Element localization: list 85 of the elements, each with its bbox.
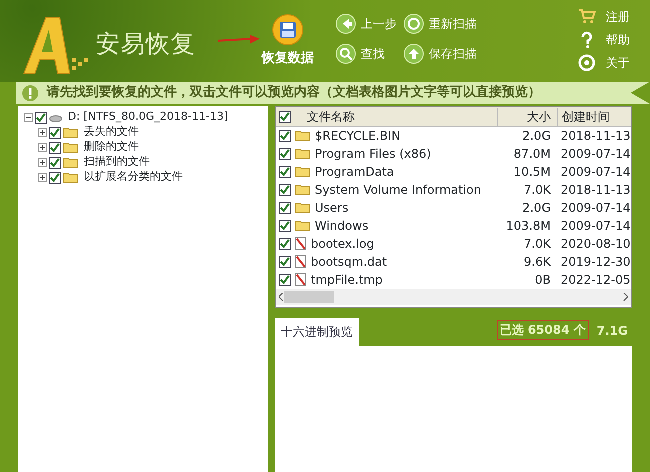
file-size: 2.0G	[522, 129, 551, 143]
folder-icon	[63, 156, 79, 168]
column-header[interactable]: 文件名称	[307, 108, 355, 126]
expand-toggle[interactable]	[38, 173, 47, 182]
file-name[interactable]: System Volume Information	[315, 181, 482, 199]
row-checkbox[interactable]	[279, 274, 291, 286]
expand-toggle[interactable]	[38, 143, 47, 152]
folder-icon	[295, 130, 311, 142]
folder-icon	[63, 142, 79, 154]
file-size: 103.8M	[506, 219, 551, 233]
row-checkbox[interactable]	[279, 166, 291, 178]
row-checkbox[interactable]	[279, 148, 291, 160]
tree-item[interactable]: 以扩展名分类的文件	[84, 169, 183, 186]
file-size: 7.0K	[524, 237, 551, 251]
exclamation-icon	[22, 84, 39, 102]
file-size: 10.5M	[514, 165, 551, 179]
file-size: 87.0M	[514, 147, 551, 161]
folder-icon	[295, 148, 311, 160]
file-icon	[295, 237, 307, 251]
file-size: 0B	[535, 273, 551, 287]
selected-size: 7.1G	[596, 323, 628, 340]
horizontal-scrollbar[interactable]	[276, 289, 631, 305]
recover-data-button[interactable]: 恢复数据	[262, 14, 314, 68]
folder-icon	[295, 202, 311, 214]
tree-checkbox[interactable]	[49, 172, 61, 184]
tree-checkbox[interactable]	[35, 112, 47, 124]
folder-icon	[295, 220, 311, 232]
column-header[interactable]: 创建时间	[562, 110, 610, 124]
folder-icon	[295, 184, 311, 196]
file-name[interactable]: $RECYCLE.BIN	[315, 127, 401, 145]
search-icon	[336, 44, 356, 64]
column-header[interactable]: 大小	[527, 110, 551, 124]
file-date: 2018-11-13	[561, 183, 631, 197]
file-icon	[295, 255, 307, 269]
tree-item[interactable]: D: [NTFS_80.0G_2018-11-13]	[68, 109, 228, 126]
cart-icon	[578, 8, 596, 26]
drive-icon	[49, 112, 63, 122]
tree-checkbox[interactable]	[49, 142, 61, 154]
expand-toggle[interactable]	[38, 128, 47, 137]
file-name[interactable]: bootex.log	[311, 235, 374, 253]
tree-item[interactable]: 扫描到的文件	[84, 154, 150, 171]
row-checkbox[interactable]	[279, 256, 291, 268]
row-checkbox[interactable]	[279, 130, 291, 142]
scroll-right-icon[interactable]	[623, 293, 628, 301]
file-name[interactable]: bootsqm.dat	[311, 253, 388, 271]
refresh-icon	[404, 14, 424, 34]
row-checkbox[interactable]	[279, 238, 291, 250]
row-checkbox[interactable]	[279, 184, 291, 196]
preview-tab[interactable]: 十六进制预览	[275, 318, 359, 346]
file-name[interactable]: tmpFile.tmp	[311, 271, 383, 289]
file-date: 2020-08-10	[561, 237, 631, 251]
select-all-checkbox[interactable]	[279, 110, 291, 122]
tree-item[interactable]: 丢失的文件	[84, 124, 139, 141]
file-date: 2009-07-14	[561, 165, 631, 179]
row-checkbox[interactable]	[279, 220, 291, 232]
banner-text: 请先找到要恢复的文件，双击文件可以预览内容（文档表格图片文字等可以直接预览）	[47, 84, 541, 102]
expand-toggle[interactable]	[38, 158, 47, 167]
file-size: 9.6K	[524, 255, 551, 269]
file-name[interactable]: Windows	[315, 217, 369, 235]
file-date: 2009-07-14	[561, 219, 631, 233]
row-checkbox[interactable]	[279, 202, 291, 214]
collapse-toggle[interactable]	[24, 113, 33, 122]
target-icon	[578, 54, 596, 72]
file-name[interactable]: Users	[315, 199, 349, 217]
file-date: 2019-12-30	[561, 255, 631, 269]
scroll-left-icon[interactable]	[279, 293, 284, 301]
file-date: 2022-12-05	[561, 273, 631, 287]
scrollbar-thumb[interactable]	[284, 291, 334, 303]
floppy-disk-icon	[272, 14, 304, 46]
file-date: 2018-11-13	[561, 129, 631, 143]
folder-icon	[295, 166, 311, 178]
app-title: 安易恢复	[96, 29, 196, 60]
tree-checkbox[interactable]	[49, 156, 61, 168]
folder-icon	[63, 172, 79, 184]
folder-icon	[63, 126, 79, 138]
selected-count: 已选 65084 个	[496, 320, 589, 340]
file-name[interactable]: ProgramData	[315, 163, 394, 181]
file-name[interactable]: Program Files (x86)	[315, 145, 432, 163]
file-date: 2009-07-14	[561, 201, 631, 215]
file-date: 2009-07-14	[561, 147, 631, 161]
file-icon	[295, 273, 307, 287]
tree-checkbox[interactable]	[49, 126, 61, 138]
tree-item[interactable]: 删除的文件	[84, 139, 139, 156]
file-size: 7.0K	[524, 183, 551, 197]
file-size: 2.0G	[522, 201, 551, 215]
